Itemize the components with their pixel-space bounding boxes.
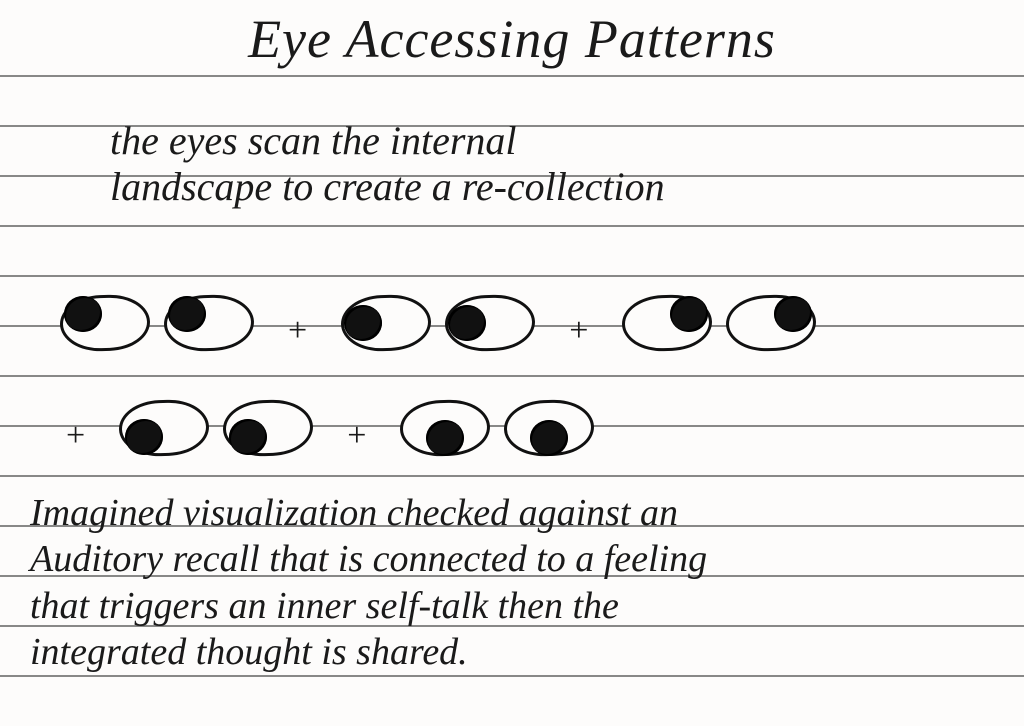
eye-pair-down-center [400,400,594,456]
eye-sequence-row-2: + + [60,400,594,456]
eye-icon [119,400,209,456]
eye-icon [400,400,490,456]
eye-icon [60,295,150,351]
eye-pair-down-left [119,400,313,456]
plus-icon: + [60,417,91,455]
explanation-text: Imagined visualization checked against a… [30,490,1004,675]
eye-icon [445,295,535,351]
page: Eye Accessing Patterns the eyes scan the… [0,0,1024,726]
subtitle-line-1: the eyes scan the internal [110,118,517,163]
page-title: Eye Accessing Patterns [0,8,1024,70]
eye-pair-left [341,295,535,351]
subtitle-line-2: landscape to create a re-collection [110,164,665,209]
eye-icon [504,400,594,456]
eye-icon [726,295,816,351]
eye-pair-up-right [622,295,816,351]
subtitle: the eyes scan the internal landscape to … [110,118,1004,210]
eye-icon [223,400,313,456]
eye-icon [341,295,431,351]
explanation-line-1: Imagined visualization checked against a… [30,492,678,534]
eye-pair-up-left [60,295,254,351]
plus-icon: + [563,312,594,350]
explanation-line-3: that triggers an inner self-talk then th… [30,585,619,627]
plus-icon: + [282,312,313,350]
explanation-line-2: Auditory recall that is connected to a f… [30,538,707,580]
eye-sequence-row-1: + + [60,295,816,351]
explanation-line-4: integrated thought is shared. [30,631,468,673]
eye-icon [622,295,712,351]
eye-icon [164,295,254,351]
plus-icon: + [341,417,372,455]
